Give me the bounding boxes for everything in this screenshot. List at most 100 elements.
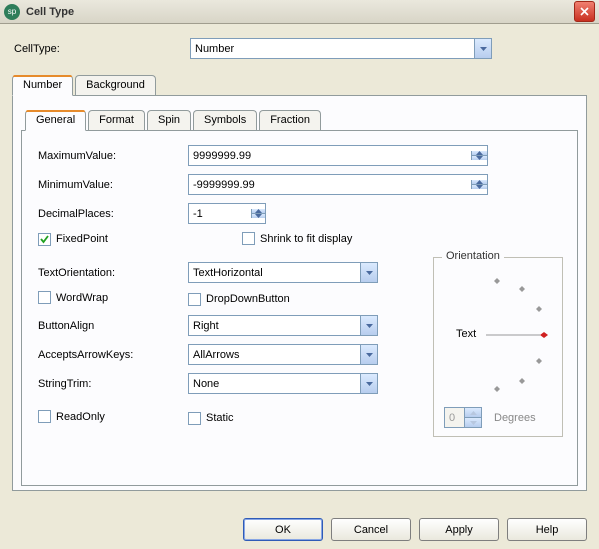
fixedpoint-checkbox[interactable]: FixedPoint	[38, 233, 108, 246]
tab-label: Background	[86, 79, 145, 91]
static-checkbox[interactable]: Static	[188, 412, 234, 425]
dialog-content: CellType: Number Number Background Gener…	[0, 24, 599, 497]
ok-button[interactable]: OK	[243, 518, 323, 541]
orientation-bottom: 0 Degrees	[444, 407, 536, 428]
shrink-checkbox[interactable]: Shrink to fit display	[242, 232, 352, 245]
arrowkeys-dropdown[interactable]: AllArrows	[188, 344, 378, 365]
apply-button[interactable]: Apply	[419, 518, 499, 541]
row-fixed-shrink: FixedPoint Shrink to fit display	[32, 232, 567, 248]
tab-label: Number	[23, 79, 62, 91]
close-button[interactable]	[574, 1, 595, 22]
degrees-value: 0	[445, 412, 464, 424]
static-label: Static	[206, 412, 234, 424]
wordwrap-label: WordWrap	[56, 292, 108, 304]
spinner[interactable]	[471, 151, 487, 160]
tab-spin[interactable]: Spin	[147, 110, 191, 130]
spinner[interactable]	[471, 180, 487, 189]
arrowkeys-label: AcceptsArrowKeys:	[32, 349, 188, 361]
row-maxvalue: MaximumValue:	[32, 145, 567, 166]
degrees-input[interactable]: 0	[444, 407, 482, 428]
minvalue-input[interactable]	[188, 174, 488, 195]
dropdownbtn-checkbox[interactable]: DropDownButton	[188, 293, 290, 306]
readonly-checkbox[interactable]: ReadOnly	[38, 410, 105, 423]
close-icon	[580, 7, 589, 16]
tab-fraction[interactable]: Fraction	[259, 110, 321, 130]
orientation-dial[interactable]: Text	[444, 272, 554, 398]
tab-general[interactable]: General	[25, 110, 86, 131]
tab-label: Spin	[158, 114, 180, 126]
chevron-down-icon[interactable]	[360, 345, 377, 364]
tab-format[interactable]: Format	[88, 110, 145, 130]
fixedpoint-label: FixedPoint	[56, 233, 108, 245]
chevron-down-icon[interactable]	[360, 263, 377, 282]
maxvalue-label: MaximumValue:	[32, 150, 188, 162]
buttonalign-dropdown[interactable]: Right	[188, 315, 378, 336]
shrink-label: Shrink to fit display	[260, 233, 352, 245]
celltype-dropdown[interactable]: Number	[190, 38, 492, 59]
chevron-down-icon[interactable]	[360, 374, 377, 393]
arrowkeys-value: AllArrows	[189, 349, 360, 361]
minvalue-label: MinimumValue:	[32, 179, 188, 191]
row-decplaces: DecimalPlaces:	[32, 203, 567, 224]
textorient-label: TextOrientation:	[32, 267, 188, 279]
button-label: Cancel	[354, 524, 388, 536]
tab-label: General	[36, 114, 75, 126]
spinner[interactable]	[464, 408, 481, 427]
celltype-label: CellType:	[12, 43, 190, 55]
orientation-center-text: Text	[456, 328, 476, 340]
maxvalue-field[interactable]	[189, 146, 471, 165]
inner-tabstrip: General Format Spin Symbols Fraction	[25, 110, 578, 130]
spin-down-icon[interactable]	[472, 185, 487, 189]
chevron-down-icon[interactable]	[360, 316, 377, 335]
chevron-down-icon[interactable]	[474, 39, 491, 58]
stringtrim-dropdown[interactable]: None	[188, 373, 378, 394]
decplaces-input[interactable]	[188, 203, 266, 224]
app-icon: sp	[4, 4, 20, 20]
spin-down-icon[interactable]	[252, 214, 265, 218]
tab-label: Fraction	[270, 114, 310, 126]
tab-label: Symbols	[204, 114, 246, 126]
orientation-group: Orientation Text	[433, 257, 563, 437]
checkbox-icon	[188, 293, 201, 306]
maxvalue-input[interactable]	[188, 145, 488, 166]
outer-tabpanel: General Format Spin Symbols Fraction Max…	[12, 95, 587, 491]
spinner[interactable]	[251, 209, 265, 218]
button-label: Apply	[445, 524, 473, 536]
celltype-value: Number	[191, 43, 474, 55]
degrees-label: Degrees	[494, 412, 536, 424]
button-label: OK	[275, 524, 291, 536]
spin-down-icon[interactable]	[472, 156, 487, 160]
spin-down-icon[interactable]	[465, 418, 481, 427]
tab-label: Format	[99, 114, 134, 126]
checkbox-icon	[38, 233, 51, 246]
buttonalign-label: ButtonAlign	[32, 320, 188, 332]
inner-tabpanel: MaximumValue: MinimumValue:	[21, 130, 578, 486]
buttonalign-value: Right	[189, 320, 360, 332]
decplaces-label: DecimalPlaces:	[32, 208, 188, 220]
checkbox-icon	[242, 232, 255, 245]
cancel-button[interactable]: Cancel	[331, 518, 411, 541]
checkbox-icon	[38, 410, 51, 423]
orientation-group-label: Orientation	[442, 250, 504, 262]
stringtrim-value: None	[189, 378, 360, 390]
titlebar: sp Cell Type	[0, 0, 599, 24]
checkbox-icon	[38, 291, 51, 304]
tab-number[interactable]: Number	[12, 75, 73, 96]
outer-tabstrip: Number Background	[12, 75, 587, 95]
tab-symbols[interactable]: Symbols	[193, 110, 257, 130]
textorient-dropdown[interactable]: TextHorizontal	[188, 262, 378, 283]
dialog-buttons: OK Cancel Apply Help	[243, 518, 587, 541]
textorient-value: TextHorizontal	[189, 267, 360, 279]
spin-up-icon[interactable]	[465, 408, 481, 418]
row-minvalue: MinimumValue:	[32, 174, 567, 195]
readonly-label: ReadOnly	[56, 411, 105, 423]
celltype-row: CellType: Number	[12, 38, 587, 59]
decplaces-field[interactable]	[189, 204, 251, 223]
tab-background[interactable]: Background	[75, 75, 156, 95]
button-label: Help	[536, 524, 559, 536]
window-title: Cell Type	[26, 6, 574, 18]
checkbox-icon	[188, 412, 201, 425]
minvalue-field[interactable]	[189, 175, 471, 194]
help-button[interactable]: Help	[507, 518, 587, 541]
wordwrap-checkbox[interactable]: WordWrap	[38, 291, 108, 304]
